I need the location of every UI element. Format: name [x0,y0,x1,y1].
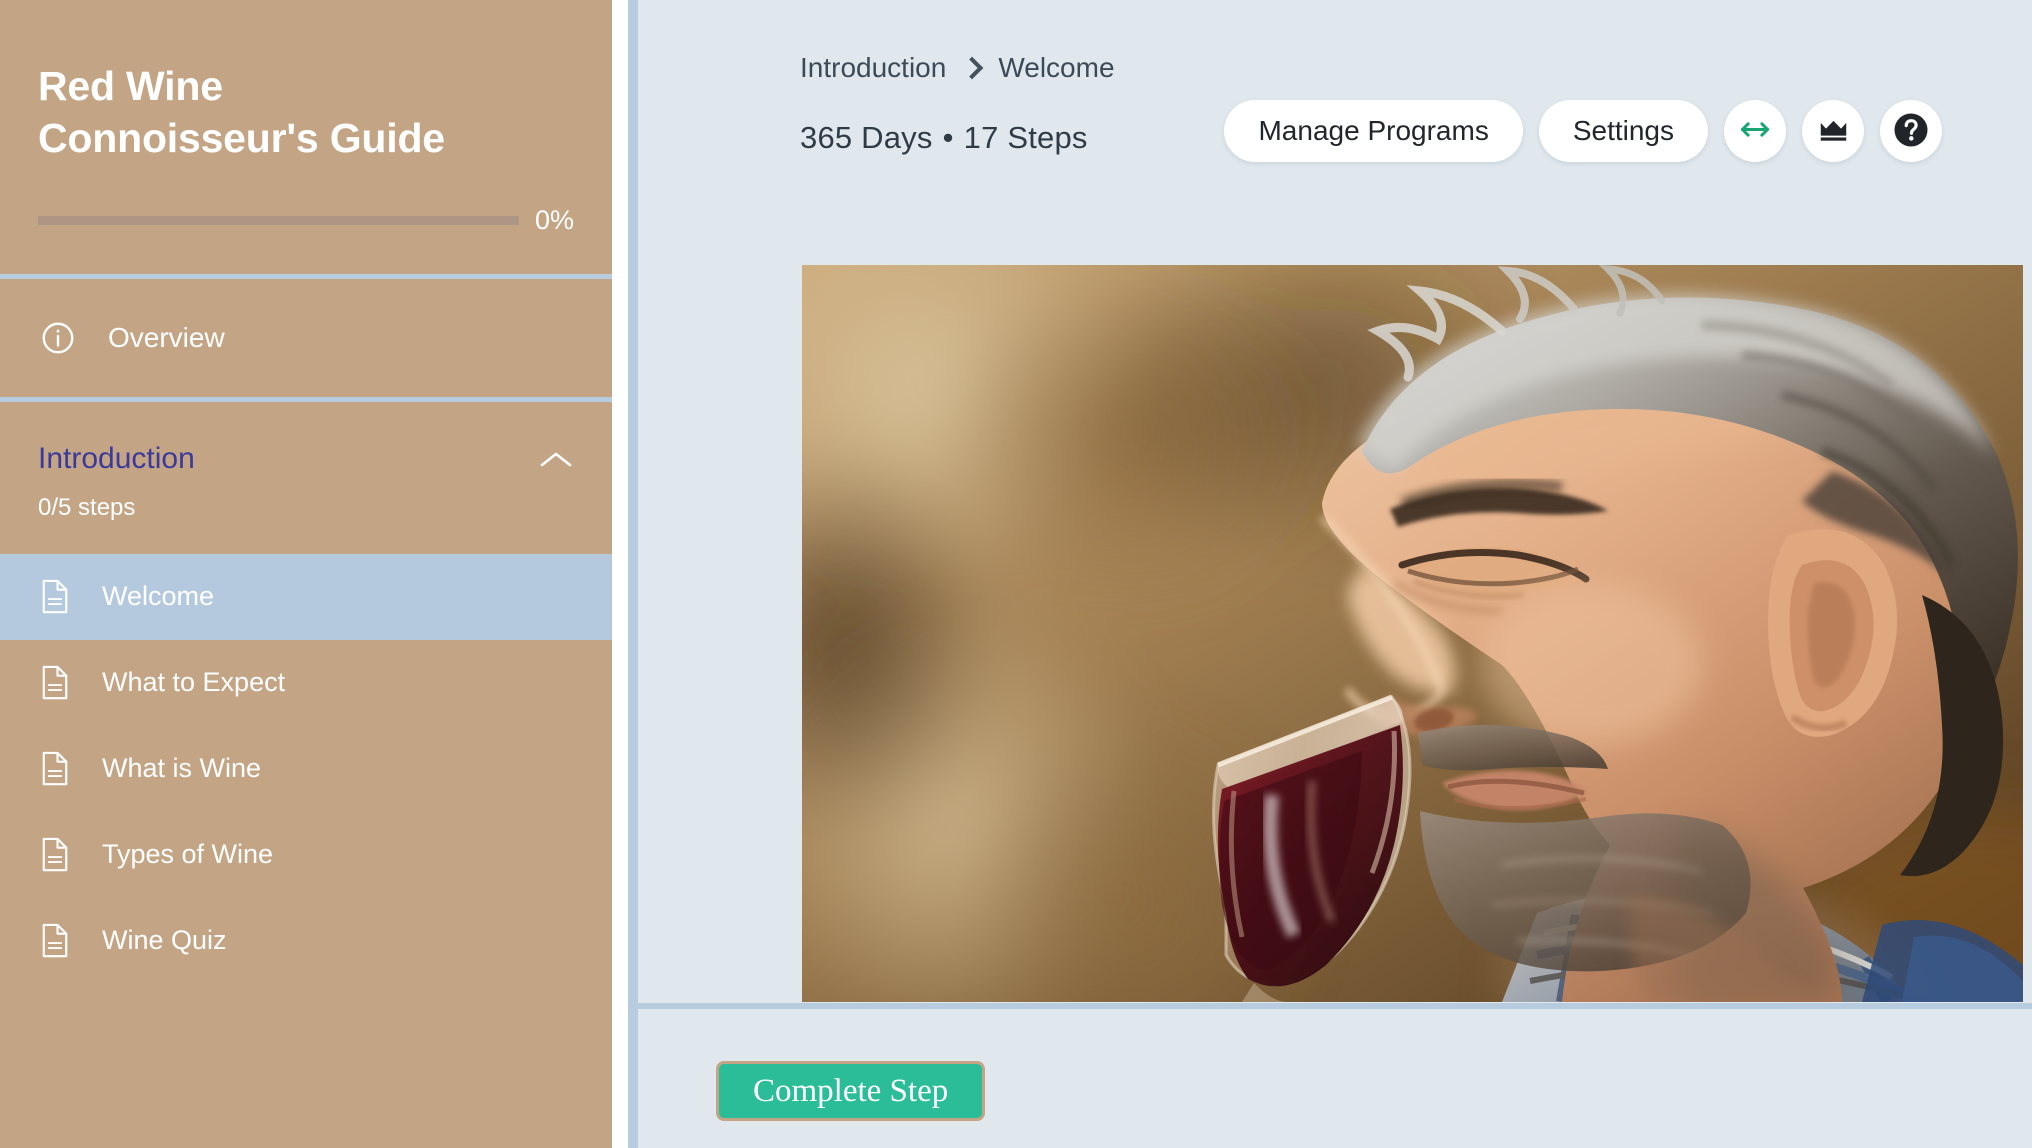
progress-row: 0% [38,204,574,235]
arrows-horizontal-icon [1739,118,1771,144]
info-circle-icon [38,318,78,358]
chevron-up-icon[interactable] [538,448,574,472]
hero-image [802,265,2023,1002]
sidebar-item-what-is-wine[interactable]: What is Wine [0,726,612,812]
breadcrumb-parent[interactable]: Introduction [800,52,946,84]
breadcrumb: Introduction Welcome [800,52,1115,84]
sidebar-section-steps-label: 0/5 steps [38,493,136,521]
sidebar-item-wine-quiz-label: Wine Quiz [102,925,227,956]
sidebar-section-introduction[interactable]: Introduction 0/5 steps [0,402,612,554]
document-icon [38,835,72,875]
progress-percent-label: 0% [534,204,574,235]
sidebar: Red Wine Connoisseur's Guide 0% Overview [0,0,612,1148]
sidebar-item-types-of-wine[interactable]: Types of Wine [0,812,612,898]
crown-icon [1818,116,1849,146]
meta-steps: 17 Steps [963,120,1088,155]
sidebar-item-types-of-wine-label: Types of Wine [102,839,274,870]
document-icon [38,921,72,961]
meta-days: 365 Days [800,120,933,155]
sidebar-section-title: Introduction [38,441,195,475]
chevron-right-icon [961,56,984,80]
app-root: Red Wine Connoisseur's Guide 0% Overview [0,0,2032,1148]
sidebar-item-wine-quiz[interactable]: Wine Quiz [0,898,612,984]
progress-bar [38,215,519,225]
sidebar-item-what-to-expect-label: What to Expect [102,667,286,698]
upgrade-crown-button[interactable] [1802,100,1864,162]
program-title-line-2: Connoisseur's Guide [38,115,445,162]
sidebar-item-overview[interactable]: Overview [0,279,612,397]
topbar-actions: Manage Programs Settings [1224,100,1942,162]
footer-actions: Complete Step [638,1009,2032,1148]
help-button[interactable] [1880,100,1942,162]
sidebar-item-welcome-label: Welcome [102,581,215,612]
document-icon [38,577,72,617]
sidebar-item-what-to-expect[interactable]: What to Expect [0,640,612,726]
program-title-line-1: Red Wine [38,63,223,109]
meta-separator: • [942,120,954,155]
settings-button[interactable]: Settings [1538,100,1708,162]
sidebar-item-welcome[interactable]: Welcome [0,553,612,640]
expand-width-button[interactable] [1724,100,1786,162]
breadcrumb-current: Welcome [998,52,1115,83]
sidebar-header: Red Wine Connoisseur's Guide 0% [0,0,612,234]
sidebar-item-overview-label: Overview [108,321,225,353]
manage-programs-button[interactable]: Manage Programs [1224,100,1523,162]
document-icon [38,663,72,703]
program-meta: 365 Days • 17 Steps [800,120,1088,156]
document-icon [38,749,72,789]
sidebar-item-what-is-wine-label: What is Wine [102,753,262,784]
main-content: Introduction Welcome 365 Days • 17 Steps M… [628,0,2032,1148]
complete-step-button[interactable]: Complete Step [716,1061,986,1121]
question-mark-circle-icon [1893,112,1929,151]
